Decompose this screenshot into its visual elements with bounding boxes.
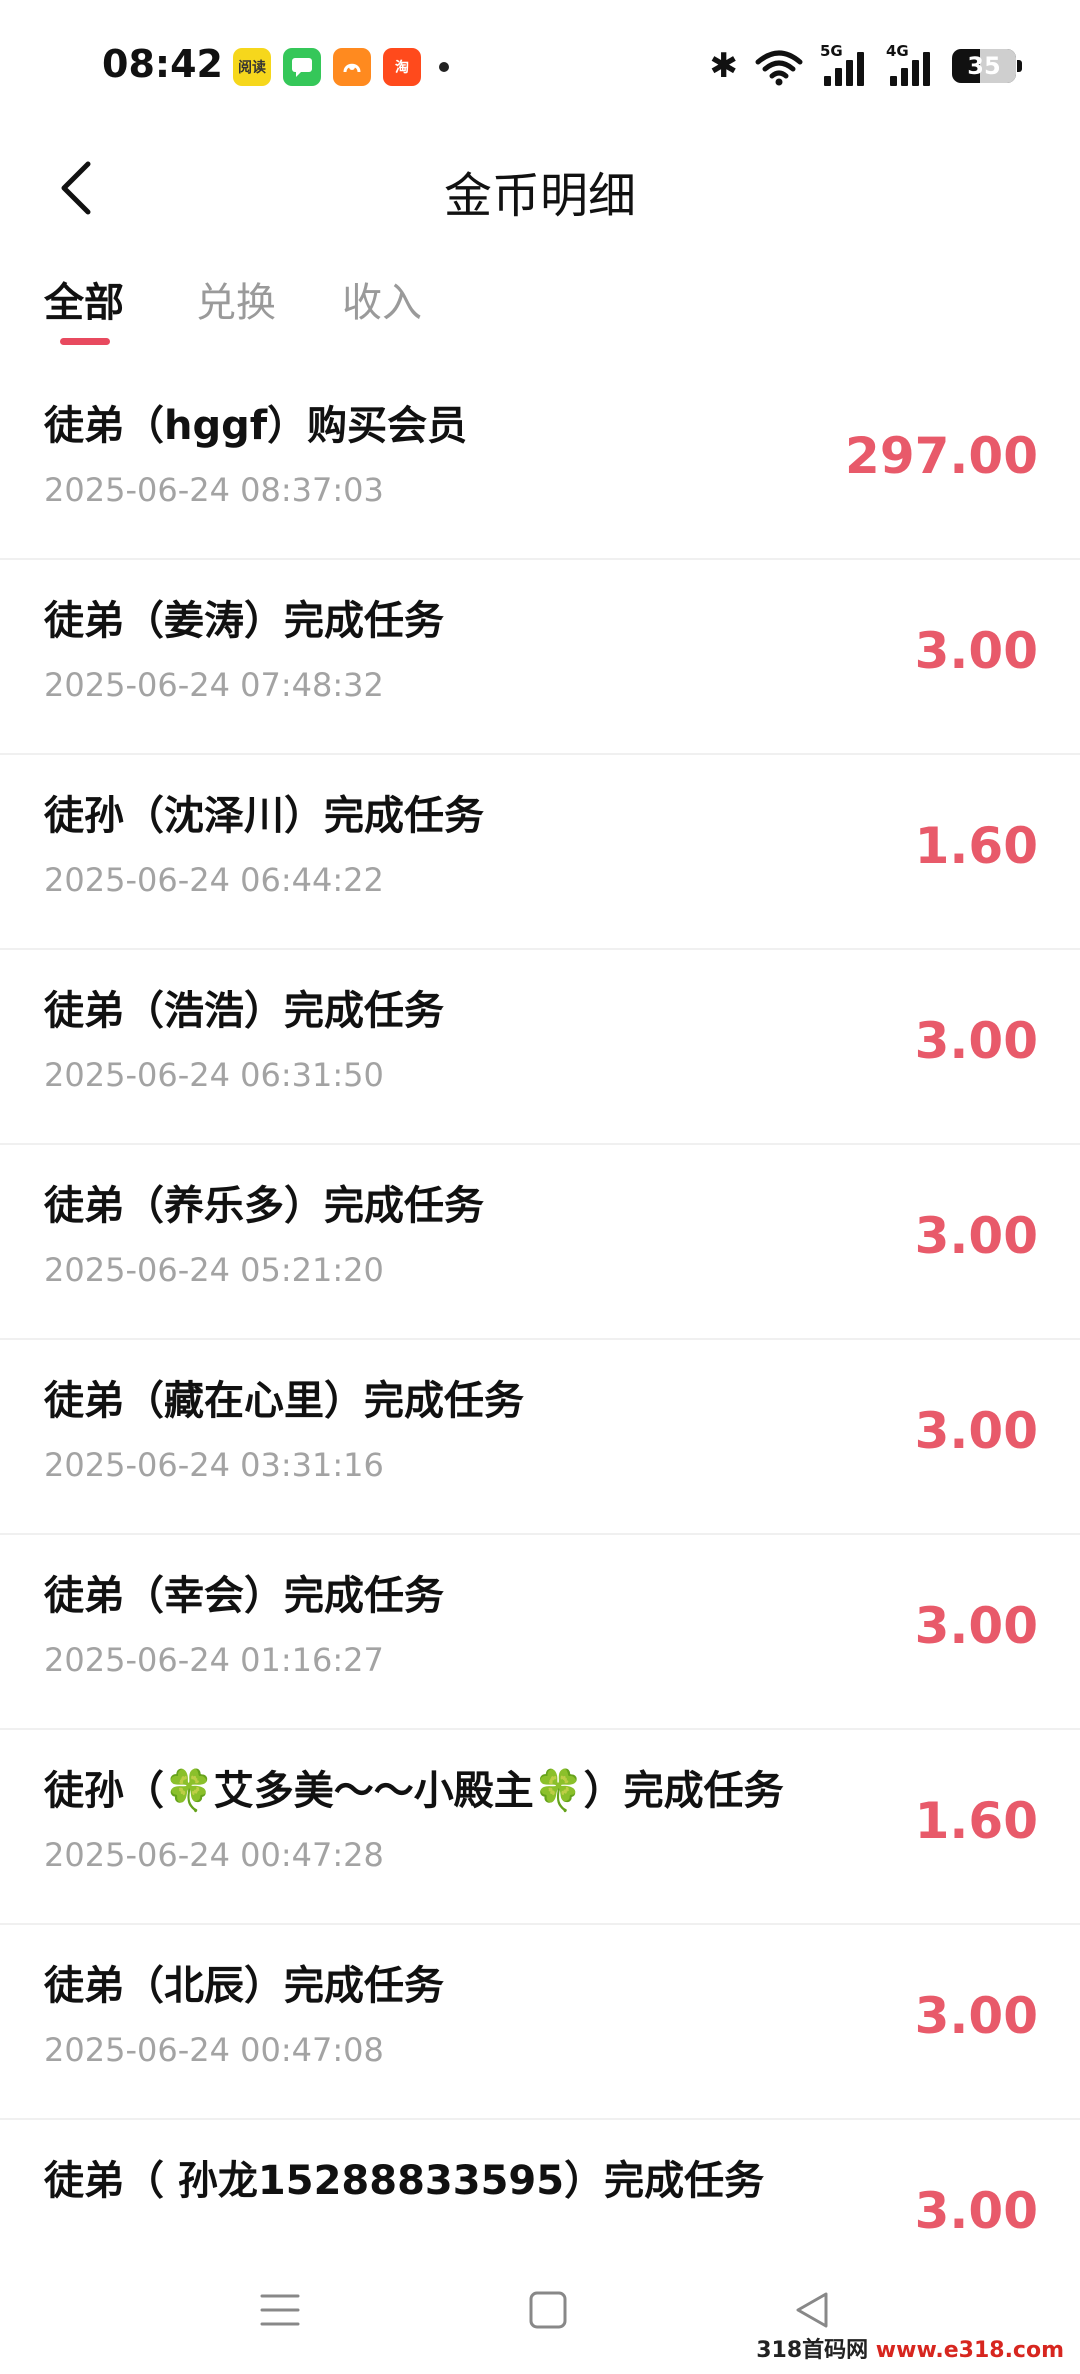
list-item[interactable]: 徒弟（hggf）购买会员 2025-06-24 08:37:03 297.00 (0, 365, 1080, 560)
record-amount: 297.00 (845, 427, 1038, 485)
record-title: 徒弟（浩浩）完成任务 (44, 988, 444, 1034)
record-title: 徒弟（藏在心里）完成任务 (44, 1378, 524, 1424)
record-time: 2025-06-24 07:48:32 (44, 666, 384, 704)
battery-level: 35 (967, 52, 1001, 80)
notification-icons: 阅读 淘 (233, 48, 449, 86)
record-title: 徒孙（🍀艾多美～～小殿主🍀）完成任务 (44, 1768, 784, 1814)
square-icon (529, 2291, 567, 2329)
record-time: 2025-06-24 08:37:03 (44, 471, 384, 509)
signal-4g-label: 4G (886, 42, 909, 60)
list-item[interactable]: 徒孙（🍀艾多美～～小殿主🍀）完成任务 2025-06-24 00:47:28 1… (0, 1730, 1080, 1925)
list-item[interactable]: 徒弟（北辰）完成任务 2025-06-24 00:47:08 3.00 (0, 1925, 1080, 2120)
home-button[interactable] (518, 2282, 578, 2338)
tab-exchange[interactable]: 兑换 (196, 270, 276, 328)
record-amount: 1.60 (914, 817, 1038, 875)
menu-button[interactable] (250, 2282, 310, 2338)
taobao-app-icon: 淘 (383, 48, 421, 86)
list-item[interactable]: 徒弟（养乐多）完成任务 2025-06-24 05:21:20 3.00 (0, 1145, 1080, 1340)
page-header: 金币明细 (0, 130, 1080, 250)
record-amount: 3.00 (914, 1987, 1038, 2045)
bluetooth-icon: ✱ (709, 46, 739, 86)
reader-app-icon: 阅读 (233, 48, 271, 86)
active-tab-indicator (60, 338, 110, 345)
watermark-prefix: 318首码网 (756, 2338, 876, 2363)
signal-5g-icon: 5G (820, 42, 870, 86)
record-amount: 3.00 (914, 1012, 1038, 1070)
menu-icon (260, 2294, 300, 2326)
list-item[interactable]: 徒弟（幸会）完成任务 2025-06-24 01:16:27 3.00 (0, 1535, 1080, 1730)
tab-bar: 全部 兑换 收入 (0, 262, 1080, 352)
back-nav-button[interactable] (782, 2282, 842, 2338)
record-title: 徒弟（北辰）完成任务 (44, 1963, 444, 2009)
system-nav-bar: 318首码网 www.e318.com (0, 2244, 1080, 2374)
battery-icon: 35 (952, 49, 1022, 83)
list-item[interactable]: 徒弟（藏在心里）完成任务 2025-06-24 03:31:16 3.00 (0, 1340, 1080, 1535)
record-amount: 3.00 (914, 2182, 1038, 2240)
tab-income[interactable]: 收入 (342, 270, 422, 328)
record-time: 2025-06-24 01:16:27 (44, 1641, 384, 1679)
signal-4g-icon: 4G (886, 42, 936, 86)
record-title: 徒孙（沈泽川）完成任务 (44, 793, 484, 839)
record-time: 2025-06-24 05:21:20 (44, 1251, 384, 1289)
record-amount: 1.60 (914, 1792, 1038, 1850)
system-icons: ✱ 5G 4G 35 (709, 42, 1022, 86)
status-bar: 08:42 阅读 淘 ✱ 5G 4G 35 (0, 0, 1080, 130)
page-title: 金币明细 (443, 168, 636, 224)
record-title: 徒弟（ 孙龙15288833595）完成任务 (44, 2158, 765, 2204)
more-notifications-dot (439, 62, 449, 72)
wifi-icon (754, 46, 804, 86)
record-amount: 3.00 (914, 1597, 1038, 1655)
list-item[interactable]: 徒弟（姜涛）完成任务 2025-06-24 07:48:32 3.00 (0, 560, 1080, 755)
record-time: 2025-06-24 03:31:16 (44, 1446, 384, 1484)
record-time: 2025-06-24 06:31:50 (44, 1056, 384, 1094)
list-item[interactable]: 徒孙（沈泽川）完成任务 2025-06-24 06:44:22 1.60 (0, 755, 1080, 950)
record-time: 2025-06-24 00:47:28 (44, 1836, 384, 1874)
record-amount: 3.00 (914, 622, 1038, 680)
record-title: 徒弟（养乐多）完成任务 (44, 1183, 484, 1229)
record-time: 2025-06-24 06:44:22 (44, 861, 384, 899)
status-time: 08:42 (102, 42, 223, 86)
record-title: 徒弟（姜涛）完成任务 (44, 598, 444, 644)
record-amount: 3.00 (914, 1402, 1038, 1460)
record-title: 徒弟（hggf）购买会员 (44, 403, 468, 449)
tab-all[interactable]: 全部 (44, 270, 124, 328)
orange-app-icon (333, 48, 371, 86)
triangle-back-icon (796, 2292, 828, 2328)
watermark-url: www.e318.com (875, 2338, 1064, 2363)
coin-records-list[interactable]: 徒弟（hggf）购买会员 2025-06-24 08:37:03 297.00 … (0, 365, 1080, 2245)
messages-app-icon (283, 48, 321, 86)
site-watermark: 318首码网 www.e318.com (756, 2332, 1064, 2364)
signal-5g-label: 5G (820, 42, 843, 60)
record-title: 徒弟（幸会）完成任务 (44, 1573, 444, 1619)
record-amount: 3.00 (914, 1207, 1038, 1265)
list-item[interactable]: 徒弟（浩浩）完成任务 2025-06-24 06:31:50 3.00 (0, 950, 1080, 1145)
record-time: 2025-06-24 00:47:08 (44, 2031, 384, 2069)
list-item[interactable]: 徒弟（ 孙龙15288833595）完成任务 3.00 (0, 2120, 1080, 2245)
